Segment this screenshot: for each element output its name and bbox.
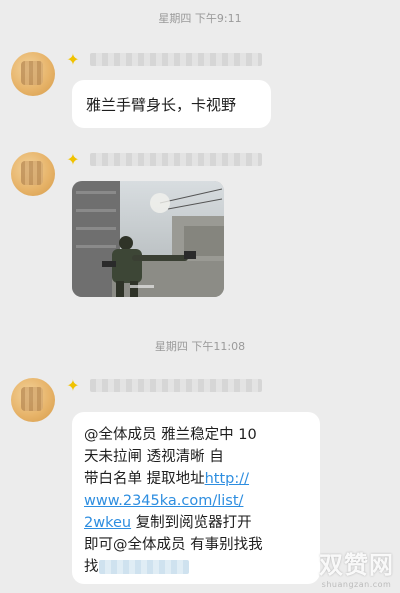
timestamp-1: 星期四 下午9:11 (158, 12, 242, 25)
game-screenshot-image (72, 181, 224, 297)
message-line-text: 找 (84, 559, 99, 575)
url-link-part-3[interactable]: 2wkeu (84, 515, 131, 531)
watermark-brand: 双赞网 (319, 551, 394, 579)
message-line: 天未拉闸 透视清晰 自 (84, 449, 224, 465)
message-line: www.2345ka.com/list/ (84, 490, 310, 512)
star-badge-icon: ✦ (66, 50, 80, 69)
sender-name-blurred (90, 153, 262, 166)
message-image[interactable] (72, 181, 224, 297)
message-line-text: 带白名单 提取地址 (84, 471, 205, 487)
message-line: 即可@全体成员 有事别找我 (84, 537, 263, 553)
message-line: 2wkeu 复制到阅览器打开 (84, 512, 310, 534)
avatar-mosaic (21, 161, 43, 185)
avatar-mosaic (21, 61, 43, 85)
message-line-text: 复制到阅览器打开 (135, 515, 252, 531)
message-bubble-1[interactable]: 雅兰手臂身长，卡视野 (72, 80, 271, 128)
sender-name-blurred (90, 379, 262, 392)
message-text-1: 雅兰手臂身长，卡视野 (86, 96, 237, 114)
sender-avatar[interactable] (11, 52, 55, 96)
message-text-3: @全体成员 雅兰稳定中 10 天未拉闸 透视清晰 自 带白名单 提取地址http… (84, 424, 310, 578)
avatar-mosaic (21, 387, 43, 411)
url-link-part-1[interactable]: http:// (205, 471, 249, 487)
sender-name-blurred (90, 53, 262, 66)
sender-avatar[interactable] (11, 152, 55, 196)
url-link-part-2[interactable]: www.2345ka.com/list/ (84, 493, 243, 509)
message-line: 找 (84, 556, 310, 578)
contact-blurred (98, 560, 189, 574)
timestamp-2: 星期四 下午11:08 (154, 340, 246, 353)
watermark: 双赞网 shuangzan.com (319, 545, 394, 589)
message-bubble-3[interactable]: @全体成员 雅兰稳定中 10 天未拉闸 透视清晰 自 带白名单 提取地址http… (72, 412, 320, 584)
star-badge-icon: ✦ (66, 376, 80, 395)
watermark-url: shuangzan.com (321, 580, 392, 589)
sender-avatar[interactable] (11, 378, 55, 422)
message-line: @全体成员 雅兰稳定中 10 (84, 427, 257, 443)
star-badge-icon: ✦ (66, 150, 80, 169)
message-line: 带白名单 提取地址http:// (84, 468, 310, 490)
